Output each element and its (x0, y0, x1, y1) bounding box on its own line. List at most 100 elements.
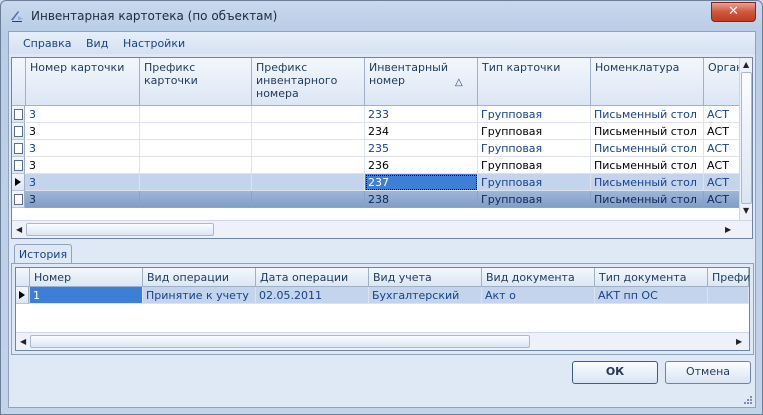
cell-card-prefix (140, 157, 252, 174)
col-header-prefix[interactable]: Префикс (708, 268, 749, 287)
cell-inv-number: 234 (365, 123, 478, 140)
table-row[interactable]: 3 238 Групповая Письменный стол АСТ (12, 191, 744, 208)
horizontal-scroll-thumb[interactable] (26, 223, 214, 236)
cell-inv-number-focused[interactable]: 237 (365, 174, 478, 191)
close-icon: ✕ (728, 4, 739, 19)
cell-card-prefix (140, 106, 252, 123)
table-row-selected[interactable]: 1 Принятие к учету 02.05.2011 Бухгалтерс… (16, 287, 749, 304)
vertical-scroll-thumb[interactable] (741, 72, 752, 204)
col-header-document-kind[interactable]: Вид документа (482, 268, 595, 287)
cell-org: АСТ (704, 191, 744, 208)
cell-card-type: Групповая (478, 174, 591, 191)
scroll-right-icon[interactable]: ▶ (736, 337, 742, 346)
cell-card-number: 3 (26, 140, 140, 157)
close-button[interactable]: ✕ (711, 2, 756, 22)
cards-vertical-scrollbar[interactable]: ▲ ▼ (739, 58, 752, 220)
cell-card-type: Групповая (478, 140, 591, 157)
cell-card-type: Групповая (478, 157, 591, 174)
table-row[interactable]: 3 234 Групповая Письменный стол АСТ (12, 123, 744, 140)
cell-org: АСТ (704, 157, 744, 174)
cell-operation-type: Принятие к учету (143, 287, 256, 304)
col-header-card-prefix[interactable]: Префикс карточки (140, 58, 252, 106)
history-horizontal-scrollbar[interactable]: ◀ ▶ (16, 332, 749, 350)
table-row[interactable]: 3 236 Групповая Письменный стол АСТ (12, 157, 744, 174)
col-header-inv-number-label: Инвентарный номер (369, 61, 449, 87)
cell-card-type: Групповая (478, 106, 591, 123)
cell-prefix (708, 287, 749, 304)
window-title: Инвентарная картотека (по объектам) (31, 9, 278, 23)
main-window: Инвентарная картотека (по объектам) ✕ Сп… (0, 0, 763, 415)
cell-number-focused[interactable]: 1 (30, 287, 143, 304)
scroll-left-icon[interactable]: ◀ (16, 225, 22, 234)
table-row[interactable]: 3 235 Групповая Письменный стол АСТ (12, 140, 744, 157)
table-row[interactable]: 3 233 Групповая Письменный стол АСТ (12, 106, 744, 123)
app-icon (11, 11, 23, 22)
cell-card-number: 3 (26, 174, 140, 191)
col-header-inv-prefix[interactable]: Префикс инвентарного номера (252, 58, 365, 106)
resize-grip-icon[interactable] (743, 395, 752, 404)
scroll-down-icon[interactable]: ▼ (743, 206, 749, 215)
cell-document-kind: Акт о (482, 287, 595, 304)
col-header-org[interactable]: Орган (704, 58, 744, 106)
menu-bar: Справка Вид Настройки (9, 32, 755, 54)
row-indicator (12, 157, 25, 174)
cell-nomenclature: Письменный стол (591, 174, 704, 191)
menu-help[interactable]: Справка (23, 37, 71, 50)
cell-card-number: 3 (26, 191, 140, 208)
cell-inv-prefix (252, 106, 365, 123)
scroll-left-icon[interactable]: ◀ (20, 337, 26, 346)
history-grid: Номер Вид операции Дата операции Вид уче… (15, 267, 750, 351)
cancel-button[interactable]: Отмена (665, 361, 751, 384)
cell-nomenclature: Письменный стол (591, 191, 704, 208)
ok-button[interactable]: ОК (572, 361, 658, 384)
cell-nomenclature: Письменный стол (591, 157, 704, 174)
tab-history[interactable]: История (14, 244, 72, 265)
cell-card-type: Групповая (478, 123, 591, 140)
cell-card-prefix (140, 140, 252, 157)
row-indicator-current (16, 287, 29, 304)
horizontal-scroll-thumb[interactable] (30, 335, 530, 348)
cell-document-type: АКТ пп ОС (595, 287, 708, 304)
cell-inv-prefix (252, 140, 365, 157)
row-indicator (12, 106, 25, 123)
current-row-arrow-icon (19, 291, 25, 299)
cell-inv-prefix (252, 191, 365, 208)
cell-operation-date: 02.05.2011 (256, 287, 369, 304)
col-header-card-type[interactable]: Тип карточки (478, 58, 591, 106)
tab-strip: История (12, 242, 752, 265)
col-header-number[interactable]: Номер (30, 268, 143, 287)
cell-inv-number: 236 (365, 157, 478, 174)
col-header-card-number[interactable]: Номер карточки (26, 58, 140, 106)
row-indicator (12, 123, 25, 140)
cell-inv-number: 238 (365, 191, 478, 208)
cell-nomenclature: Письменный стол (591, 123, 704, 140)
cell-inv-prefix (252, 157, 365, 174)
col-header-operation-date[interactable]: Дата операции (256, 268, 369, 287)
cell-org: АСТ (704, 174, 744, 191)
col-header-nomenclature[interactable]: Номенклатура (591, 58, 704, 106)
cards-horizontal-scrollbar[interactable]: ◀ ▶ (12, 220, 752, 238)
table-row-selected[interactable]: 3 237 Групповая Письменный стол АСТ (12, 174, 744, 191)
cards-grid: Номер карточки Префикс карточки Префикс … (11, 57, 753, 239)
scroll-right-icon[interactable]: ▶ (725, 225, 731, 234)
cell-inv-prefix (252, 174, 365, 191)
cell-card-prefix (140, 123, 252, 140)
scroll-up-icon[interactable]: ▲ (743, 60, 749, 69)
col-header-inv-number[interactable]: Инвентарный номер △ (365, 58, 478, 106)
history-panel: Номер Вид операции Дата операции Вид уче… (11, 263, 754, 355)
menu-settings[interactable]: Настройки (123, 37, 185, 50)
cell-card-number: 3 (26, 106, 140, 123)
col-header-operation-type[interactable]: Вид операции (143, 268, 256, 287)
cell-org: АСТ (704, 123, 744, 140)
col-header-accounting-type[interactable]: Вид учета (369, 268, 482, 287)
cell-inv-prefix (252, 123, 365, 140)
row-indicator (12, 191, 25, 208)
cell-org: АСТ (704, 140, 744, 157)
title-bar: Инвентарная картотека (по объектам) ✕ (1, 1, 762, 31)
cell-nomenclature: Письменный стол (591, 140, 704, 157)
row-indicator-current (12, 174, 25, 191)
cell-nomenclature: Письменный стол (591, 106, 704, 123)
menu-view[interactable]: Вид (86, 37, 108, 50)
col-header-document-type[interactable]: Тип документа (595, 268, 708, 287)
cell-org: АСТ (704, 106, 744, 123)
